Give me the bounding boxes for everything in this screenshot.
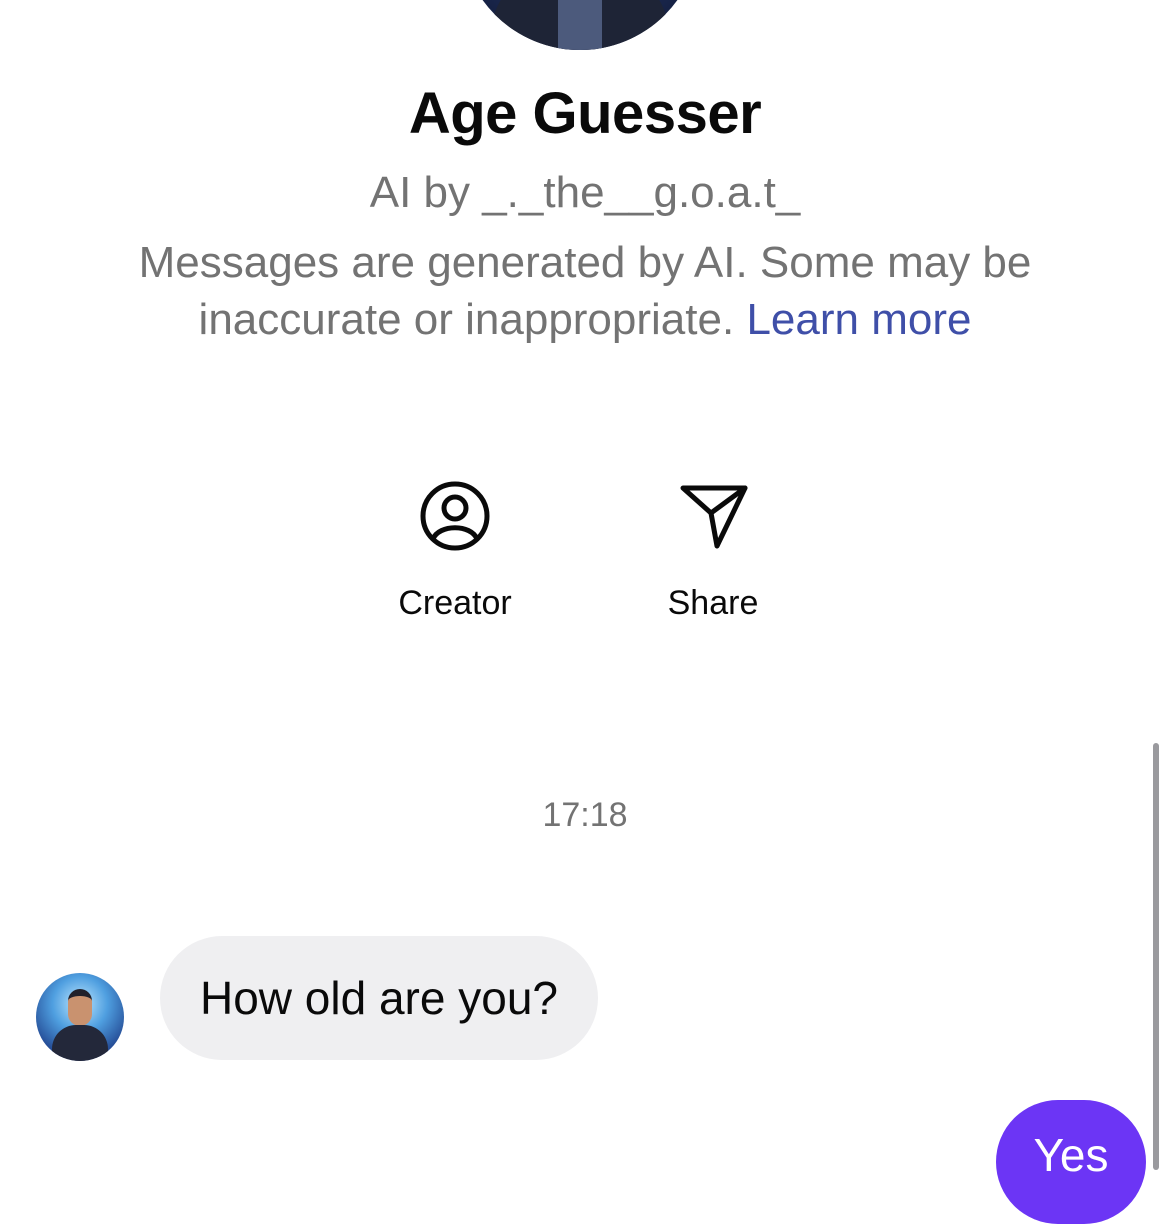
creator-button-label: Creator	[398, 584, 512, 622]
outgoing-message-bubble[interactable]: Yes	[996, 1100, 1146, 1224]
paper-plane-icon	[680, 485, 748, 549]
user-circle-icon	[420, 481, 490, 551]
scrollbar[interactable]	[1153, 743, 1159, 1170]
ai-avatar[interactable]	[36, 973, 124, 1061]
share-button-label: Share	[667, 584, 759, 622]
avatar-body	[52, 1025, 108, 1061]
profile-photo[interactable]	[460, 0, 700, 50]
incoming-message-bubble[interactable]: How old are you?	[160, 936, 598, 1060]
creator-button[interactable]: Creator	[345, 478, 565, 623]
profile-photo-shirt	[558, 0, 602, 50]
learn-more-link[interactable]: Learn more	[746, 295, 971, 344]
creator-line: AI by _._the__g.o.a.t_	[369, 168, 801, 217]
avatar-head	[68, 989, 92, 1026]
message-timestamp: 17:18	[542, 796, 628, 834]
ai-disclaimer: Messages are generated by AI. Some may b…	[80, 234, 1090, 348]
share-button[interactable]: Share	[603, 478, 823, 623]
page-title: Age Guesser	[408, 81, 762, 146]
